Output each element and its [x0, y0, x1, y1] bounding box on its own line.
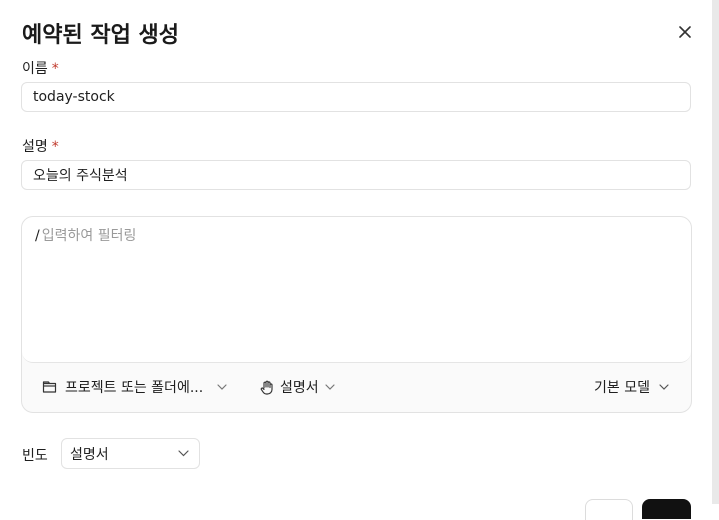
frequency-selected-value: 설명서 — [70, 446, 109, 463]
name-label: 이름 * — [22, 58, 59, 78]
create-button[interactable] — [642, 499, 691, 519]
frequency-label: 빈도 — [22, 448, 48, 464]
model-selector[interactable]: 기본 모델 — [594, 377, 669, 397]
frequency-select[interactable]: 설명서 — [61, 438, 200, 469]
description-input[interactable]: 오늘의 주식분석 — [21, 160, 691, 190]
prompt-placeholder: / 입력하여 필터링 — [35, 225, 136, 245]
instructions-selector[interactable]: 설명서 — [260, 377, 335, 397]
prompt-placeholder-text: 입력하여 필터링 — [41, 228, 137, 244]
hand-icon — [260, 380, 273, 395]
create-scheduled-task-dialog: 예약된 작업 생성 이름 * today-stock 설명 * 오늘의 주식분석 /… — [0, 0, 712, 520]
dialog-title: 예약된 작업 생성 — [22, 23, 179, 48]
project-folder-selector[interactable]: 프로젝트 또는 폴더에... — [42, 377, 227, 397]
name-label-text: 이름 — [22, 61, 48, 77]
model-label: 기본 모델 — [594, 380, 650, 396]
prompt-composer: / 입력하여 필터링 프로젝트 또는 폴더에... 설명서 기본 모델 — [21, 216, 692, 413]
project-folder-label: 프로젝트 또는 폴더에... — [65, 380, 204, 396]
required-mark: * — [51, 139, 59, 155]
backdrop-edge — [712, 0, 719, 504]
name-input-value: today-stock — [33, 89, 115, 105]
description-input-value: 오늘의 주식분석 — [33, 168, 128, 184]
slash-command-hint: / — [35, 228, 40, 244]
instructions-label: 설명서 — [280, 380, 319, 396]
description-label: 설명 * — [22, 136, 59, 156]
folder-icon — [42, 381, 57, 393]
close-button[interactable] — [675, 22, 695, 42]
close-icon — [679, 26, 691, 38]
cancel-button[interactable] — [585, 499, 633, 520]
chevron-down-icon — [178, 450, 189, 457]
chevron-down-icon — [659, 384, 669, 390]
required-mark: * — [51, 61, 59, 77]
description-label-text: 설명 — [22, 139, 48, 155]
prompt-textarea[interactable]: / 입력하여 필터링 — [22, 217, 691, 363]
chevron-down-icon — [217, 384, 227, 390]
name-input[interactable]: today-stock — [21, 82, 691, 112]
chevron-down-icon — [325, 384, 335, 390]
